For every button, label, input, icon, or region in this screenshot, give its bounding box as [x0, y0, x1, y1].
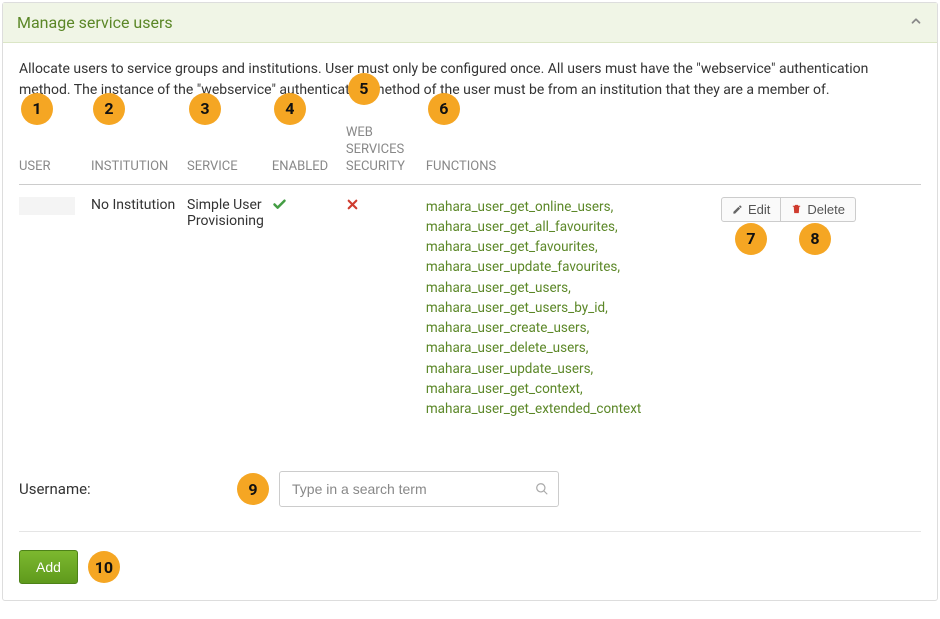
- annotation-9: 9: [237, 473, 269, 505]
- panel-title: Manage service users: [17, 13, 173, 32]
- function-link[interactable]: mahara_user_update_users: [426, 359, 713, 379]
- trash-icon: [791, 203, 802, 215]
- function-link[interactable]: mahara_user_get_users_by_id: [426, 298, 713, 318]
- function-link[interactable]: mahara_user_get_all_favourites: [426, 217, 713, 237]
- chevron-up-icon: [909, 13, 923, 32]
- cell-functions: mahara_user_get_online_usersmahara_user_…: [426, 184, 721, 431]
- table-row: No Institution Simple User Provisioning: [19, 184, 921, 431]
- col-enabled: 4 ENABLED: [272, 117, 346, 184]
- cross-icon: [346, 197, 359, 215]
- function-link[interactable]: mahara_user_create_users: [426, 318, 713, 338]
- function-link[interactable]: mahara_user_update_favourites: [426, 257, 713, 277]
- annotation-3: 3: [189, 93, 221, 125]
- add-row: Add 10: [19, 550, 921, 584]
- annotation-6: 6: [428, 93, 460, 125]
- function-link[interactable]: mahara_user_get_users: [426, 278, 713, 298]
- cell-institution: No Institution: [91, 184, 187, 431]
- username-search-row: Username: 9: [19, 471, 921, 507]
- annotation-1: 1: [21, 93, 53, 125]
- cell-service: Simple User Provisioning: [187, 184, 272, 431]
- cell-enabled: [272, 184, 346, 431]
- panel-description: Allocate users to service groups and ins…: [19, 59, 921, 101]
- search-input[interactable]: [279, 471, 559, 507]
- col-functions: 6 FUNCTIONS: [426, 117, 721, 184]
- pencil-icon: [732, 204, 743, 215]
- annotation-8: 8: [799, 223, 831, 255]
- user-name-redacted: [19, 197, 75, 215]
- panel-header[interactable]: Manage service users: [3, 3, 937, 43]
- check-icon: [272, 198, 287, 216]
- annotation-4: 4: [274, 93, 306, 125]
- function-link[interactable]: mahara_user_get_context: [426, 379, 713, 399]
- cell-actions: Edit Delete 7 8: [721, 184, 921, 431]
- col-institution: 2 INSTITUTION: [91, 117, 187, 184]
- col-web-services-security: 5 WEB SERVICES SECURITY: [346, 117, 426, 184]
- function-link[interactable]: mahara_user_get_favourites: [426, 237, 713, 257]
- col-actions: [721, 117, 921, 184]
- col-user: 1 USER: [19, 117, 91, 184]
- delete-button[interactable]: Delete: [781, 197, 856, 222]
- add-button[interactable]: Add: [19, 550, 78, 584]
- function-link[interactable]: mahara_user_delete_users: [426, 338, 713, 358]
- annotation-10: 10: [88, 551, 120, 583]
- function-link[interactable]: mahara_user_get_online_users: [426, 197, 713, 217]
- manage-service-users-panel: Manage service users Allocate users to s…: [2, 2, 938, 601]
- cell-user: [19, 184, 91, 431]
- function-link[interactable]: mahara_user_get_extended_context: [426, 399, 713, 419]
- row-actions: Edit Delete: [721, 197, 856, 222]
- service-users-table: 1 USER 2 INSTITUTION 3 SERVICE 4: [19, 117, 921, 431]
- col-service: 3 SERVICE: [187, 117, 272, 184]
- edit-button[interactable]: Edit: [721, 197, 781, 222]
- annotation-2: 2: [93, 93, 125, 125]
- divider: [19, 531, 921, 532]
- search-icon: [535, 482, 549, 496]
- annotation-5: 5: [348, 73, 380, 105]
- annotation-7: 7: [735, 223, 767, 255]
- cell-wss: [346, 184, 426, 431]
